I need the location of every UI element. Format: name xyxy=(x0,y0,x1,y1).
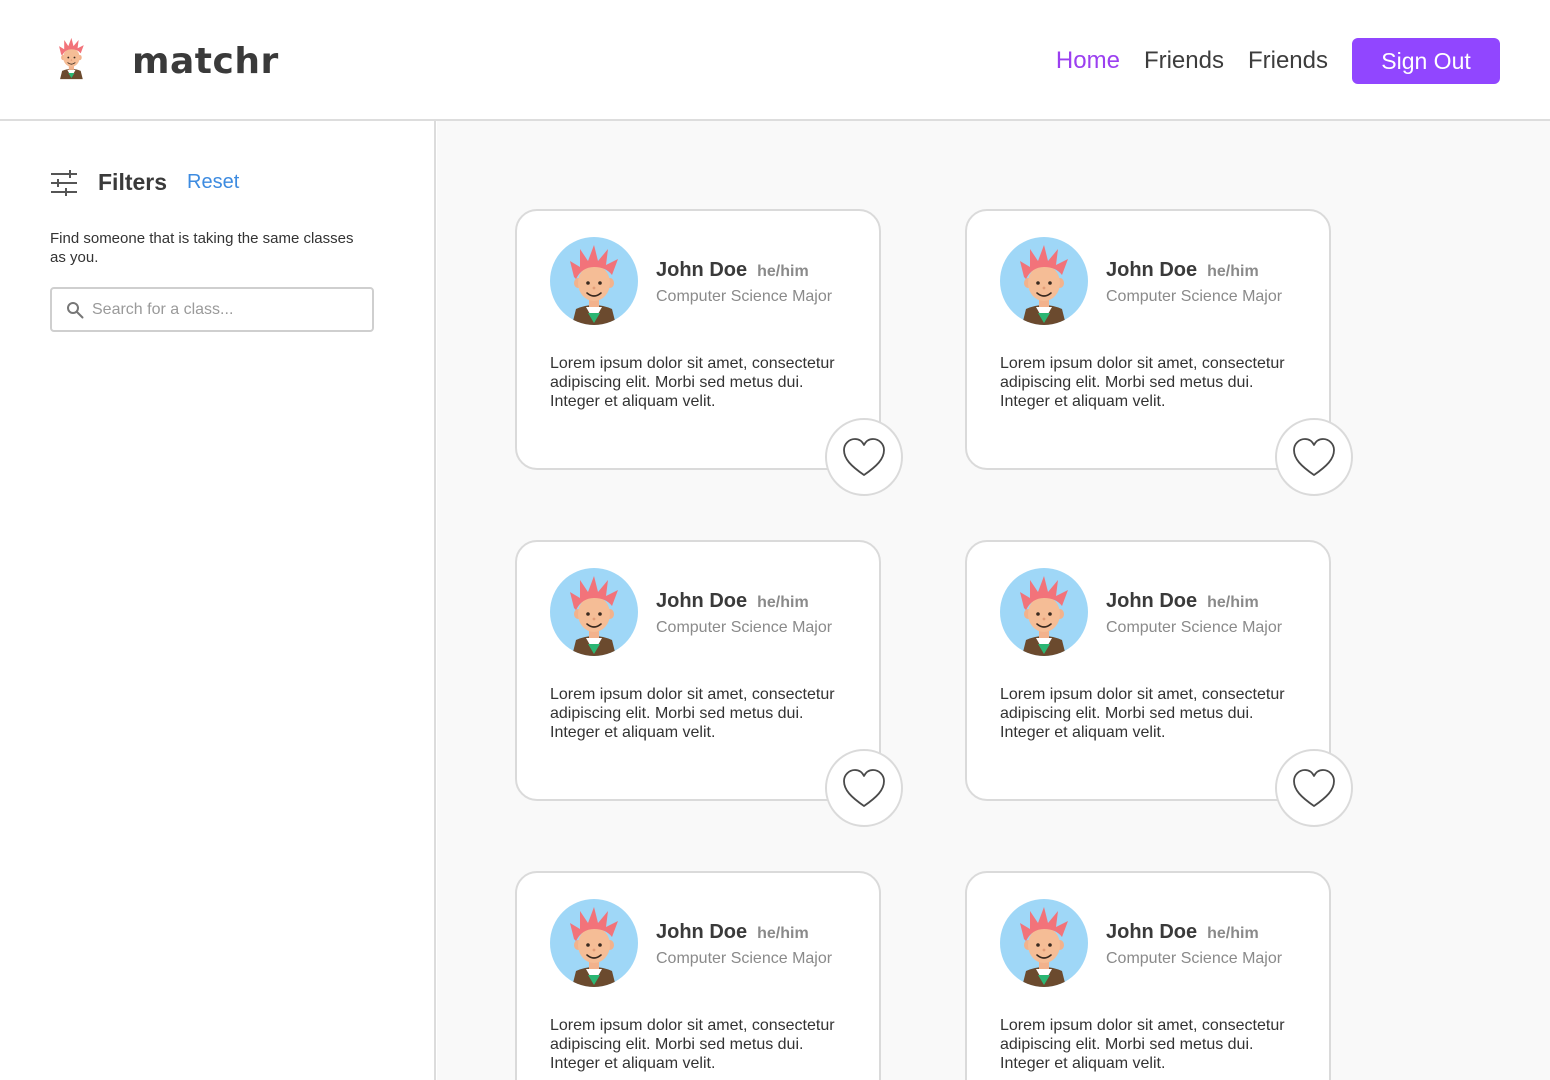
nav-link-friends[interactable]: Friends xyxy=(1144,47,1224,75)
like-button[interactable] xyxy=(1275,749,1353,827)
filters-description: Find someone that is taking the same cla… xyxy=(50,230,354,266)
profile-major: Computer Science Major xyxy=(1106,288,1283,305)
card-name-row: John Doe he/him xyxy=(656,590,809,613)
profile-pronouns: he/him xyxy=(1207,594,1259,611)
profile-card: John Doe he/him Computer Science Major L… xyxy=(515,540,903,827)
avatar xyxy=(550,899,638,987)
profile-major: Computer Science Major xyxy=(1106,950,1283,967)
like-button[interactable] xyxy=(825,418,903,496)
profile-bio: Lorem ipsum dolor sit amet, consectetur … xyxy=(550,355,835,410)
sliders-icon xyxy=(51,169,77,196)
heart-icon xyxy=(841,436,887,478)
card-name-row: John Doe he/him xyxy=(1106,590,1259,613)
profile-card: John Doe he/him Computer Science Major L… xyxy=(965,540,1353,827)
card-name-row: John Doe he/him xyxy=(656,259,809,282)
brand-name: matchr xyxy=(132,40,279,82)
profile-major: Computer Science Major xyxy=(656,950,833,967)
nav-link-home[interactable]: Home xyxy=(1056,47,1120,75)
profile-bio: Lorem ipsum dolor sit amet, consectetur … xyxy=(550,1017,835,1072)
heart-icon xyxy=(1291,436,1337,478)
avatar xyxy=(550,237,638,325)
filters-title: Filters xyxy=(98,169,168,195)
profile-name: John Doe xyxy=(656,259,748,281)
profile-pronouns: he/him xyxy=(757,594,809,611)
cartoon-boy-avatar-icon xyxy=(1000,237,1088,325)
profile-major: Computer Science Major xyxy=(1106,619,1283,636)
filters-sidebar: Filters Reset Find someone that is takin… xyxy=(0,121,436,1080)
profile-pronouns: he/him xyxy=(757,263,809,280)
class-search-field[interactable] xyxy=(50,287,374,332)
avatar xyxy=(1000,237,1088,325)
profile-card: John Doe he/him Computer Science Major L… xyxy=(965,209,1353,496)
card-name-row: John Doe he/him xyxy=(1106,259,1259,282)
profile-major: Computer Science Major xyxy=(656,288,833,305)
profile-bio: Lorem ipsum dolor sit amet, consectetur … xyxy=(550,686,835,741)
reset-filters-link[interactable]: Reset xyxy=(187,171,239,194)
profile-major: Computer Science Major xyxy=(656,619,833,636)
like-button[interactable] xyxy=(825,749,903,827)
profile-feed: John Doe he/him Computer Science Major L… xyxy=(437,121,1550,1080)
profile-pronouns: he/him xyxy=(1207,925,1259,942)
cartoon-boy-avatar-icon xyxy=(1000,568,1088,656)
profile-card: John Doe he/him Computer Science Major L… xyxy=(515,209,903,496)
main-nav: Home Friends Friends Sign Out xyxy=(1056,38,1500,84)
avatar xyxy=(1000,899,1088,987)
profile-name: John Doe xyxy=(656,590,748,612)
profile-pronouns: he/him xyxy=(1207,263,1259,280)
profile-name: John Doe xyxy=(1106,921,1198,943)
brand[interactable]: matchr xyxy=(55,30,279,92)
avatar xyxy=(1000,568,1088,656)
profile-card: John Doe he/him Computer Science Major L… xyxy=(965,871,1331,1080)
avatar xyxy=(550,568,638,656)
top-navbar: matchr Home Friends Friends Sign Out xyxy=(0,0,1550,121)
cartoon-boy-logo-icon xyxy=(55,30,109,92)
heart-icon xyxy=(841,767,887,809)
profile-name: John Doe xyxy=(1106,259,1198,281)
cartoon-boy-avatar-icon xyxy=(1000,899,1088,987)
profile-pronouns: he/him xyxy=(757,925,809,942)
profile-card: John Doe he/him Computer Science Major L… xyxy=(515,871,881,1080)
search-icon xyxy=(67,301,84,318)
card-name-row: John Doe he/him xyxy=(656,921,809,944)
card-name-row: John Doe he/him xyxy=(1106,921,1259,944)
cartoon-boy-avatar-icon xyxy=(550,568,638,656)
sign-out-button[interactable]: Sign Out xyxy=(1352,38,1500,84)
nav-link-friends-2[interactable]: Friends xyxy=(1248,47,1328,75)
cartoon-boy-avatar-icon xyxy=(550,237,638,325)
profile-bio: Lorem ipsum dolor sit amet, consectetur … xyxy=(1000,686,1285,741)
filters-header: Filters Reset xyxy=(50,169,239,196)
class-search-input[interactable] xyxy=(92,300,352,319)
profile-bio: Lorem ipsum dolor sit amet, consectetur … xyxy=(1000,355,1285,410)
profile-name: John Doe xyxy=(656,921,748,943)
heart-icon xyxy=(1291,767,1337,809)
cartoon-boy-avatar-icon xyxy=(550,899,638,987)
like-button[interactable] xyxy=(1275,418,1353,496)
profile-name: John Doe xyxy=(1106,590,1198,612)
profile-bio: Lorem ipsum dolor sit amet, consectetur … xyxy=(1000,1017,1285,1072)
